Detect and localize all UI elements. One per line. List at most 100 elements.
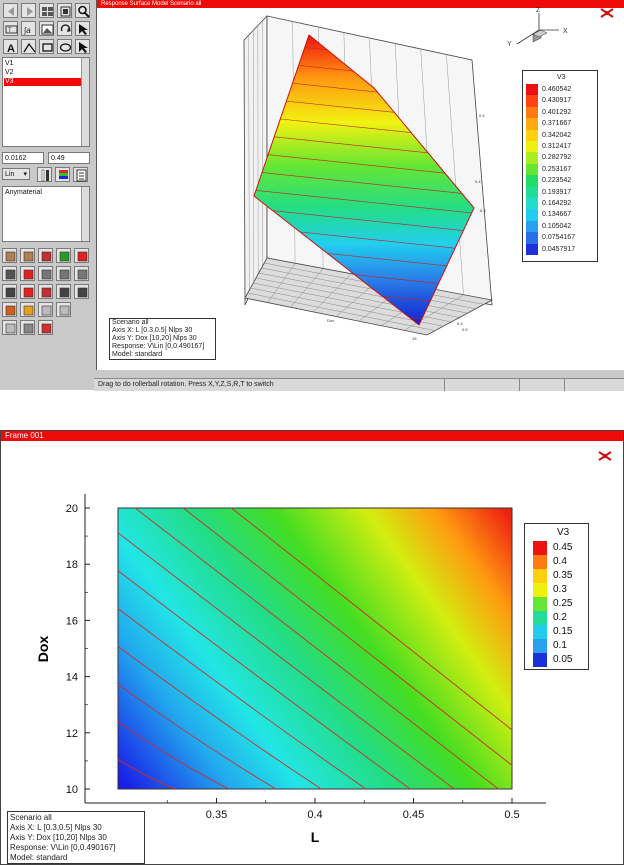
scale-select-value: Lin: [5, 171, 15, 178]
stack-icon[interactable]: [38, 284, 53, 299]
y-axis-icon[interactable]: [56, 266, 71, 281]
x-tick-label: 0.4: [307, 809, 322, 821]
x-tick-label: 0.45: [403, 809, 424, 821]
variable-item-v2[interactable]: V2: [5, 69, 14, 77]
range-max-field[interactable]: 0.49: [48, 152, 90, 164]
material-list[interactable]: Anymaterial: [2, 186, 90, 242]
variable-list-scrollbar[interactable]: [81, 58, 89, 146]
variable-item-v1[interactable]: V1: [5, 60, 14, 68]
print-icon[interactable]: [2, 266, 17, 281]
export-icon[interactable]: [38, 320, 53, 335]
left-back-wall: [243, 15, 268, 306]
legend-swatch: [526, 163, 538, 176]
checkmark-icon[interactable]: [56, 248, 71, 263]
info2-line-response: Response: V\Lin [0,0.490167]: [10, 843, 116, 852]
colormap-gray-icon[interactable]: [37, 167, 52, 182]
material-item[interactable]: Anymaterial: [5, 189, 42, 197]
chevron-down-icon: ▾: [23, 171, 27, 178]
legend-level-label: 0.223542: [542, 177, 572, 185]
layers-icon[interactable]: [2, 302, 17, 317]
pointer-arrow-icon[interactable]: [75, 21, 90, 36]
frame-close-icon[interactable]: [600, 8, 614, 18]
fit-view-icon[interactable]: [57, 3, 72, 18]
select-arrow-icon[interactable]: [75, 39, 90, 54]
forward-arrow-icon[interactable]: [21, 3, 36, 18]
variable-item-v3-selected[interactable]: V3: [4, 78, 85, 86]
image-icon[interactable]: [39, 21, 54, 36]
folder-icon[interactable]: [20, 302, 35, 317]
frame-close-icon-2[interactable]: [598, 451, 612, 461]
axis-label-y: Y: [507, 41, 512, 48]
colorbar-label: 0.4: [553, 556, 567, 567]
legend-level-label: 0.0754167: [542, 234, 576, 242]
variable-list[interactable]: V1 V2 V3: [2, 57, 90, 147]
polyline-tool-icon[interactable]: [21, 39, 36, 54]
scale-select[interactable]: Lin ▾: [2, 168, 30, 180]
info-line-axis-y: Axis Y: Dox [10,20] Nlps 30: [112, 335, 197, 342]
delete-x-icon[interactable]: [20, 266, 35, 281]
heatmap-field: [117, 507, 513, 790]
range-max-value: 0.49: [51, 155, 65, 162]
text-box-icon[interactable]: T: [3, 21, 18, 36]
empty-icon[interactable]: [2, 320, 17, 335]
legend-level-label: 0.460542: [542, 86, 572, 93]
z-axis-icon[interactable]: [74, 266, 89, 281]
data-set-icon[interactable]: [20, 248, 35, 263]
shapes-icon[interactable]: [38, 248, 53, 263]
svg-text:0.4: 0.4: [479, 113, 485, 118]
legend-swatch: [526, 220, 538, 233]
legend-level-label: 0.253167: [542, 165, 572, 173]
window-icon[interactable]: [56, 284, 71, 299]
colormap-rainbow-icon[interactable]: [55, 167, 70, 182]
contour-frame[interactable]: Frame 001 0.35 0.4 0.45 0.5 10 12 14 16 18 20 L D: [0, 430, 624, 865]
y-tick-label: 20: [66, 503, 78, 515]
back-arrow-icon[interactable]: [3, 3, 18, 18]
close-x-icon[interactable]: [20, 284, 35, 299]
text-tool-icon[interactable]: A: [3, 39, 18, 55]
surface-frame[interactable]: Response Surface Model Scenario all Z X …: [96, 0, 624, 370]
rotate-icon[interactable]: [57, 21, 72, 36]
table-icon[interactable]: [2, 248, 17, 263]
y-tick-label: 10: [66, 784, 78, 796]
x-tick-label: 0.5: [504, 809, 519, 821]
legend-swatch: [526, 106, 538, 119]
svg-text:T: T: [8, 28, 12, 34]
circle-outline-icon[interactable]: [74, 248, 89, 263]
range-min-field[interactable]: 0.0162: [2, 152, 44, 164]
svg-text:A: A: [7, 43, 15, 55]
y-tick-label: 16: [66, 615, 78, 627]
zoom-magnifier-icon[interactable]: [75, 3, 90, 18]
legend-swatch: [526, 186, 538, 198]
x-axis-label: L: [311, 829, 320, 845]
axis-label-x: X: [563, 28, 568, 35]
legend-swatch: [526, 95, 538, 107]
blank-page-icon[interactable]: [38, 302, 53, 317]
legend-swatch: [526, 141, 538, 153]
legend-swatch: [526, 84, 538, 96]
ellipse-tool-icon[interactable]: [57, 39, 72, 54]
colorbar-swatch: [533, 555, 547, 569]
formula-icon[interactable]: ∫a: [21, 21, 36, 36]
chart-line-icon[interactable]: [2, 284, 17, 299]
svg-text:19: 19: [412, 336, 417, 341]
legend-level-label: 0.401292: [542, 108, 572, 116]
page-icon[interactable]: [56, 302, 71, 317]
colorbar-label: 0.1: [553, 640, 567, 651]
save-icon[interactable]: [20, 320, 35, 335]
x-tick-label: 0.35: [206, 809, 227, 821]
colorbar-label: 0.2: [553, 612, 567, 623]
legend-swatch: [526, 175, 538, 187]
plot-area: [117, 507, 513, 790]
svg-text:0.3: 0.3: [480, 208, 486, 213]
legend-level-label: 0.193917: [542, 188, 572, 196]
surface-legend[interactable]: V3 0.460542 0.430917 0.401292 0.371667 0.342…: [522, 70, 598, 262]
svg-text:∫a: ∫a: [23, 26, 31, 35]
legend-list-icon[interactable]: [73, 167, 88, 182]
x-axis-icon[interactable]: [38, 266, 53, 281]
mesh-icon[interactable]: [74, 284, 89, 299]
grid-layout-icon[interactable]: [39, 3, 54, 18]
contour-legend[interactable]: V3 0.45 0.4 0.35 0.3 0.25 0.2 0.15 0.1 0.05: [524, 523, 589, 670]
material-list-scrollbar[interactable]: [81, 187, 89, 241]
rectangle-tool-icon[interactable]: [39, 39, 54, 54]
status-bar: Drag to do rollerball rotation. Press X,…: [94, 378, 624, 391]
